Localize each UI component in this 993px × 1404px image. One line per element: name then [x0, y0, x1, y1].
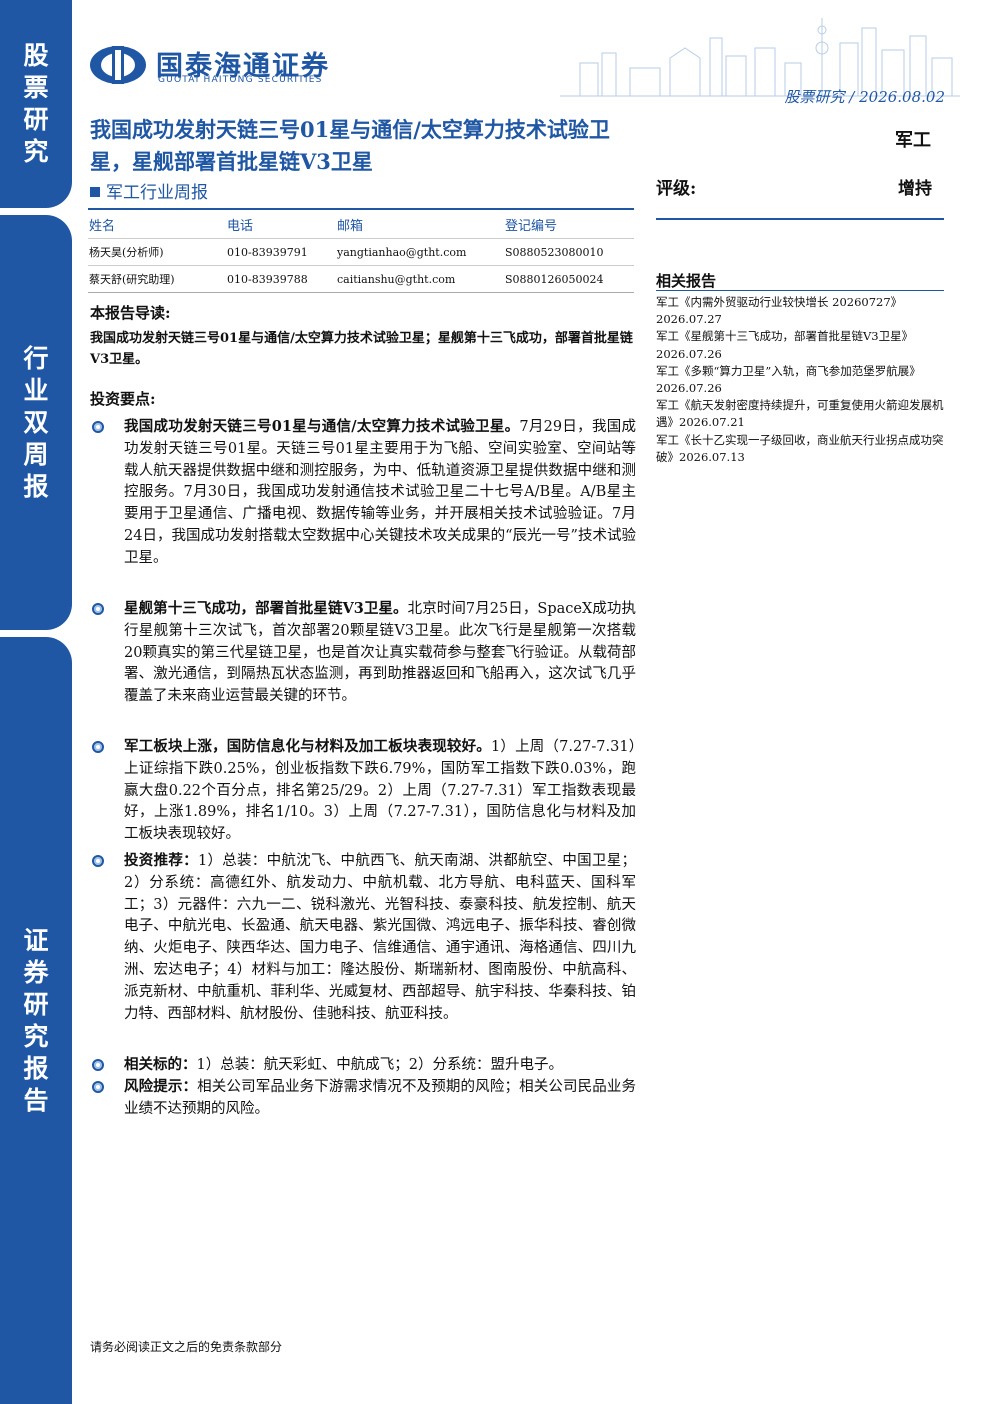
analyst-reg-no: S0880126050024: [504, 265, 634, 293]
key-point-item: 军工板块上涨，国防信息化与材料及加工板块表现较好。1）上周（7.27-7.31）…: [90, 736, 636, 846]
bullet-icon: [92, 855, 104, 867]
analyst-table: 姓名 电话 邮箱 登记编号 杨天昊(分析师) 010-83939791 yang…: [88, 208, 634, 293]
key-point-item: 我国成功发射天链三号01星与通信/太空算力技术试验卫星。7月29日，我国成功发射…: [90, 416, 636, 570]
rating-value: 增持: [898, 179, 932, 199]
report-subtitle: 军工行业周报: [90, 178, 208, 203]
header-phone: 电话: [226, 208, 336, 239]
analyst-reg-no: S0880523080010: [504, 238, 634, 266]
brand-name-en: GUOTAI HAITONG SECURITIES: [158, 75, 323, 85]
key-point-item: 风险提示：相关公司军品业务下游需求情况不及预期的风险；相关公司民品业务业绩不达预…: [90, 1076, 636, 1121]
table-row: 蔡天舒(研究助理) 010-83939788 caitianshu@gtht.c…: [88, 265, 634, 293]
guide-heading: 本报告导读:: [90, 304, 171, 322]
header-email: 邮箱: [336, 208, 504, 239]
rating-label: 评级:: [656, 179, 697, 199]
related-divider: [656, 290, 944, 291]
bullet-icon: [92, 1059, 104, 1071]
side-tab-industry-biweekly: 行业双周报: [0, 215, 72, 630]
bullet-icon: [92, 421, 104, 433]
analyst-phone: 010-83939788: [226, 265, 336, 293]
key-point-item: 投资推荐：1）总装：中航沈飞、中航西飞、航天南湖、洪都航空、中国卫星；2）分系统…: [90, 850, 636, 1025]
bullet-icon: [92, 1081, 104, 1093]
related-reports-list: 军工《内需外贸驱动行业较快增长 20260727》2026.07.27 军工《星…: [656, 294, 946, 466]
bullet-icon: [92, 603, 104, 615]
industry-label: 军工: [895, 130, 931, 151]
analyst-email[interactable]: caitianshu@gtht.com: [336, 265, 504, 293]
key-point-item: 相关标的：1）总装：航天彩虹、中航成飞；2）分系统：盟升电子。: [90, 1054, 636, 1077]
related-report-item[interactable]: 军工《星舰第十三飞成功，部署首批星链V3卫星》2026.07.26: [656, 328, 946, 362]
square-bullet-icon: [90, 187, 100, 197]
analyst-email[interactable]: yangtianhao@gtht.com: [336, 238, 504, 266]
analyst-table-header: 姓名 电话 邮箱 登记编号: [88, 208, 634, 239]
header-name: 姓名: [88, 208, 226, 239]
guide-text: 我国成功发射天链三号01星与通信/太空算力技术试验卫星；星舰第十三飞成功，部署首…: [90, 331, 633, 367]
analyst-phone: 010-83939791: [226, 238, 336, 266]
report-title: 我国成功发射天链三号01星与通信/太空算力技术试验卫星，星舰部署首批星链V3卫星: [90, 117, 610, 174]
disclaimer-notice: 请务必阅读正文之后的免责条款部分: [90, 1340, 283, 1354]
key-points-heading: 投资要点:: [90, 390, 156, 408]
related-report-item[interactable]: 军工《长十乙实现一子级回收，商业航天行业拐点成功突破》2026.07.13: [656, 432, 946, 466]
rating-divider: [656, 218, 944, 220]
related-report-item[interactable]: 军工《内需外贸驱动行业较快增长 20260727》2026.07.27: [656, 294, 946, 328]
side-tab-securities-report: 证券研究报告: [0, 637, 72, 1404]
analyst-name: 蔡天舒(研究助理): [88, 265, 226, 293]
bullet-icon: [92, 741, 104, 753]
side-tab-stock-research: 股票研究: [0, 0, 72, 208]
brand-logo-icon: [90, 46, 146, 84]
key-point-item: 星舰第十三飞成功，部署首批星链V3卫星。北京时间7月25日，SpaceX成功执行…: [90, 598, 636, 708]
related-reports-heading: 相关报告: [656, 272, 717, 290]
analyst-name: 杨天昊(分析师): [88, 238, 226, 266]
related-report-item[interactable]: 军工《多颗“算力卫星”入轨，商飞参加范堡罗航展》2026.07.26: [656, 363, 946, 397]
table-row: 杨天昊(分析师) 010-83939791 yangtianhao@gtht.c…: [88, 238, 634, 266]
header-reg-no: 登记编号: [504, 208, 634, 239]
related-report-item[interactable]: 军工《航天发射密度持续提升，可重复使用火箭迎发展机遇》2026.07.21: [656, 397, 946, 431]
date-line: 股票研究 / 2026.08.02: [784, 88, 945, 106]
